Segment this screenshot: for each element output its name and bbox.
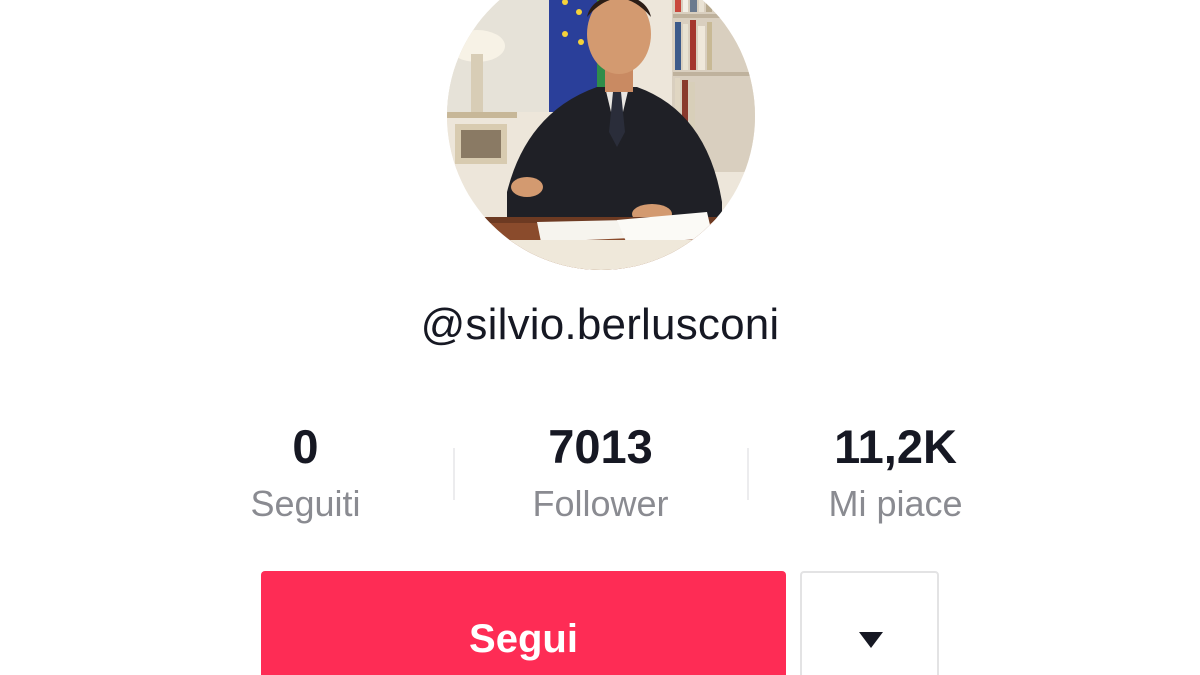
stat-divider [453,448,455,500]
stat-following-value: 0 [292,420,319,473]
stat-followers[interactable]: 7013 Follower [453,418,748,538]
avatar-photo [447,0,755,270]
profile-avatar[interactable] [447,0,755,270]
follow-button[interactable]: Segui [261,571,786,675]
stat-following-label: Seguiti [250,483,361,524]
profile-stats: 0 Seguiti 7013 Follower 11,2K Mi piace [158,418,1043,538]
stat-followers-label: Follower [532,483,669,524]
profile-username: @silvio.berlusconi [420,300,780,349]
stat-followers-value: 7013 [548,420,653,473]
stat-likes-value: 11,2K [834,420,957,473]
stat-likes: 11,2K Mi piace [748,418,1043,538]
stat-following[interactable]: 0 Seguiti [158,418,453,538]
caret-down-icon [859,632,883,648]
profile-page: @silvio.berlusconi 0 Seguiti 7013 Follow… [0,0,1200,675]
stat-divider [747,448,749,500]
suggested-accounts-dropdown-button[interactable] [800,571,939,675]
stat-likes-label: Mi piace [828,483,963,524]
